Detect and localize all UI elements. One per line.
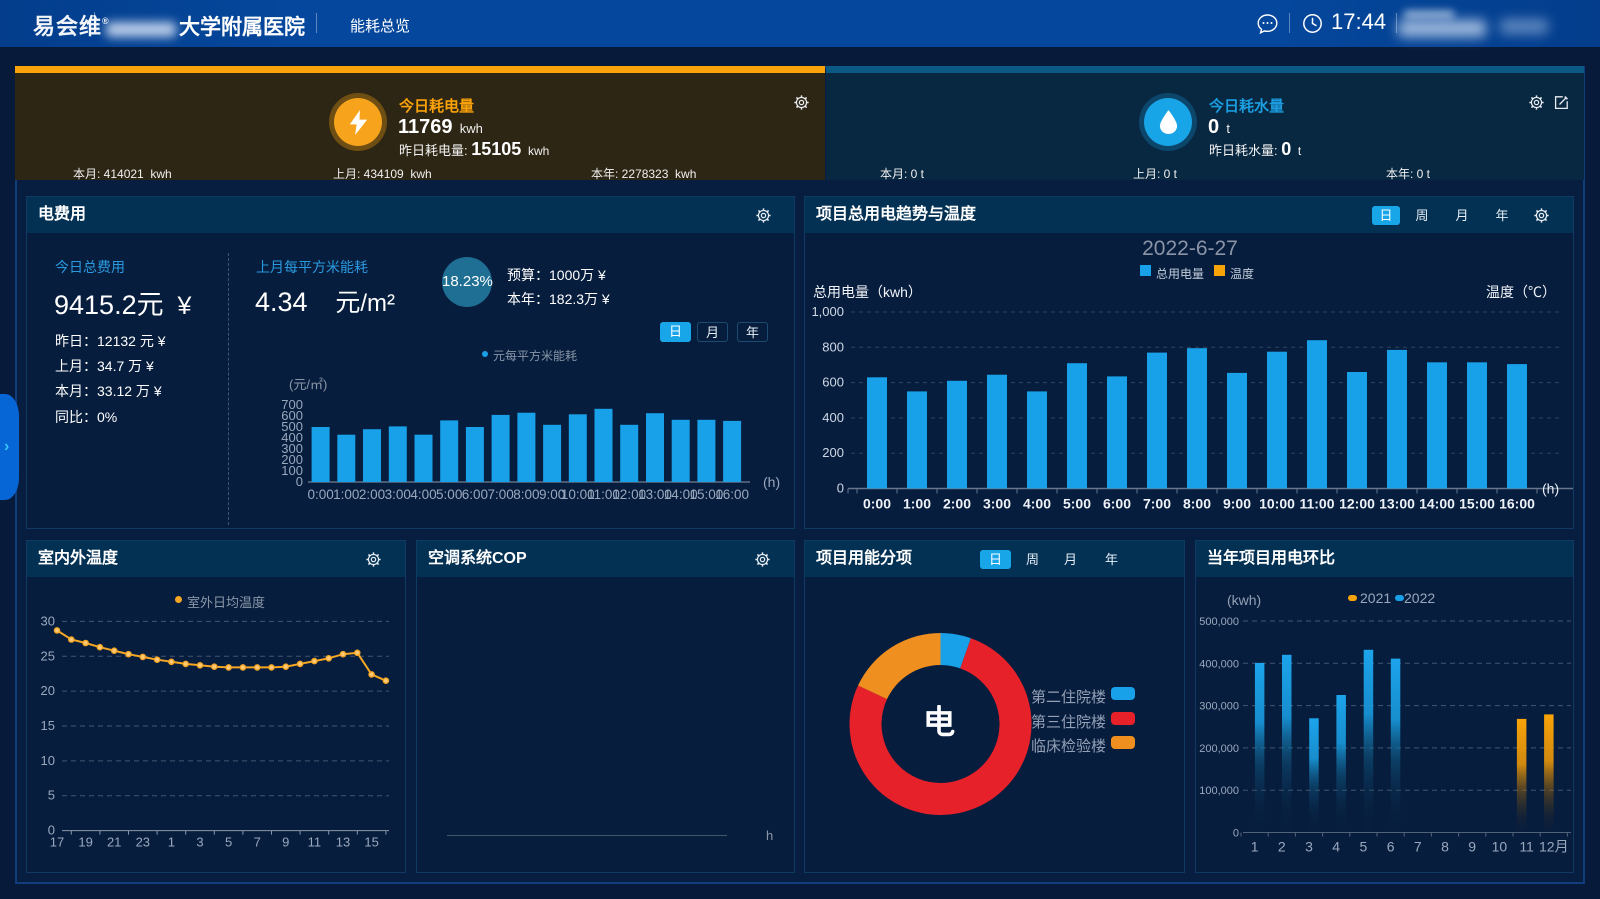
svg-text:30: 30 [41, 613, 55, 628]
svg-text:8:00: 8:00 [513, 487, 539, 502]
svg-text:11:00: 11:00 [1299, 496, 1334, 512]
svg-text:5:00: 5:00 [1063, 496, 1091, 512]
svg-text:6: 6 [1387, 839, 1395, 855]
svg-text:17: 17 [50, 835, 64, 850]
svg-text:0:00: 0:00 [863, 496, 891, 512]
svg-text:12:00: 12:00 [1339, 496, 1375, 512]
svg-text:9: 9 [282, 835, 289, 850]
svg-text:1,000: 1,000 [811, 304, 844, 319]
svg-text:8: 8 [1441, 839, 1449, 855]
svg-text:1:00: 1:00 [333, 487, 359, 502]
svg-text:21: 21 [107, 835, 121, 850]
svg-text:1: 1 [1251, 839, 1259, 855]
svg-text:4:00: 4:00 [410, 487, 436, 502]
svg-text:5:00: 5:00 [436, 487, 462, 502]
svg-text:200,000: 200,000 [1199, 743, 1239, 755]
svg-text:15:00: 15:00 [1459, 496, 1495, 512]
svg-text:13:00: 13:00 [1379, 496, 1415, 512]
svg-text:(元/㎡): (元/㎡) [289, 377, 327, 392]
svg-text:25: 25 [41, 648, 55, 663]
svg-text:300,000: 300,000 [1199, 701, 1239, 713]
svg-text:7:00: 7:00 [487, 487, 513, 502]
svg-text:9: 9 [1468, 839, 1476, 855]
svg-text:8:00: 8:00 [1183, 496, 1211, 512]
svg-text:1: 1 [168, 835, 175, 850]
svg-text:3:00: 3:00 [385, 487, 411, 502]
svg-text:23: 23 [136, 835, 150, 850]
svg-text:0: 0 [1233, 828, 1239, 840]
svg-text:10: 10 [1492, 839, 1508, 855]
svg-text:3: 3 [1305, 839, 1313, 855]
svg-text:3:00: 3:00 [983, 496, 1011, 512]
svg-text:9:00: 9:00 [1223, 496, 1251, 512]
svg-text:16:00: 16:00 [1499, 496, 1535, 512]
svg-text:11: 11 [308, 835, 322, 850]
svg-text:5: 5 [1360, 839, 1368, 855]
svg-text:12月: 12月 [1539, 839, 1569, 855]
svg-text:400,000: 400,000 [1199, 658, 1239, 670]
svg-text:4: 4 [1332, 839, 1340, 855]
svg-text:19: 19 [78, 835, 92, 850]
svg-text:6:00: 6:00 [462, 487, 488, 502]
svg-text:0:00: 0:00 [307, 487, 333, 502]
svg-text:10: 10 [41, 753, 55, 768]
svg-text:20: 20 [41, 683, 55, 698]
svg-text:7: 7 [254, 835, 261, 850]
svg-text:100,000: 100,000 [1199, 785, 1239, 797]
svg-text:7: 7 [1414, 839, 1422, 855]
svg-text:5: 5 [48, 788, 55, 803]
svg-text:13: 13 [336, 835, 350, 850]
svg-text:(h): (h) [1542, 481, 1559, 497]
svg-text:1:00: 1:00 [903, 496, 931, 512]
svg-text:0: 0 [296, 474, 303, 489]
svg-text:7:00: 7:00 [1143, 496, 1171, 512]
svg-text:500,000: 500,000 [1199, 616, 1239, 628]
svg-text:0: 0 [837, 481, 844, 496]
svg-text:14:00: 14:00 [1419, 496, 1455, 512]
svg-text:10:00: 10:00 [1259, 496, 1295, 512]
svg-text:15: 15 [41, 718, 55, 733]
svg-text:15: 15 [364, 835, 378, 850]
svg-text:400: 400 [822, 410, 844, 425]
svg-text:3: 3 [196, 835, 203, 850]
svg-text:2:00: 2:00 [359, 487, 385, 502]
svg-text:800: 800 [822, 339, 844, 354]
svg-text:11: 11 [1519, 839, 1534, 855]
svg-text:600: 600 [822, 375, 844, 390]
svg-text:6:00: 6:00 [1103, 496, 1131, 512]
svg-text:16:00: 16:00 [715, 487, 749, 502]
svg-text:(h): (h) [763, 474, 780, 490]
svg-text:4:00: 4:00 [1023, 496, 1051, 512]
svg-text:2: 2 [1278, 839, 1286, 855]
svg-text:200: 200 [822, 445, 844, 460]
svg-text:2:00: 2:00 [943, 496, 971, 512]
svg-text:5: 5 [225, 835, 232, 850]
